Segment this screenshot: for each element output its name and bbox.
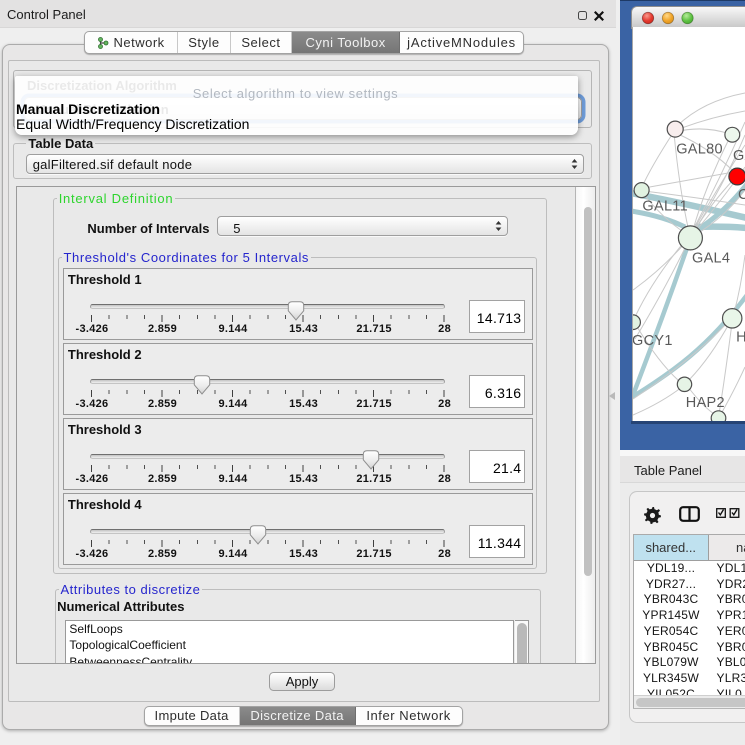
svg-text:HIS4: HIS4 bbox=[736, 329, 745, 345]
svg-text:CY: CY bbox=[738, 187, 745, 203]
svg-text:GAL80: GAL80 bbox=[676, 142, 723, 158]
svg-text:HAP2: HAP2 bbox=[686, 395, 725, 411]
svg-text:GAL11: GAL11 bbox=[642, 198, 688, 214]
svg-text:GAL3: GAL3 bbox=[733, 148, 745, 164]
svg-text:GAL4: GAL4 bbox=[692, 251, 730, 267]
svg-text:GCY1: GCY1 bbox=[633, 333, 673, 349]
